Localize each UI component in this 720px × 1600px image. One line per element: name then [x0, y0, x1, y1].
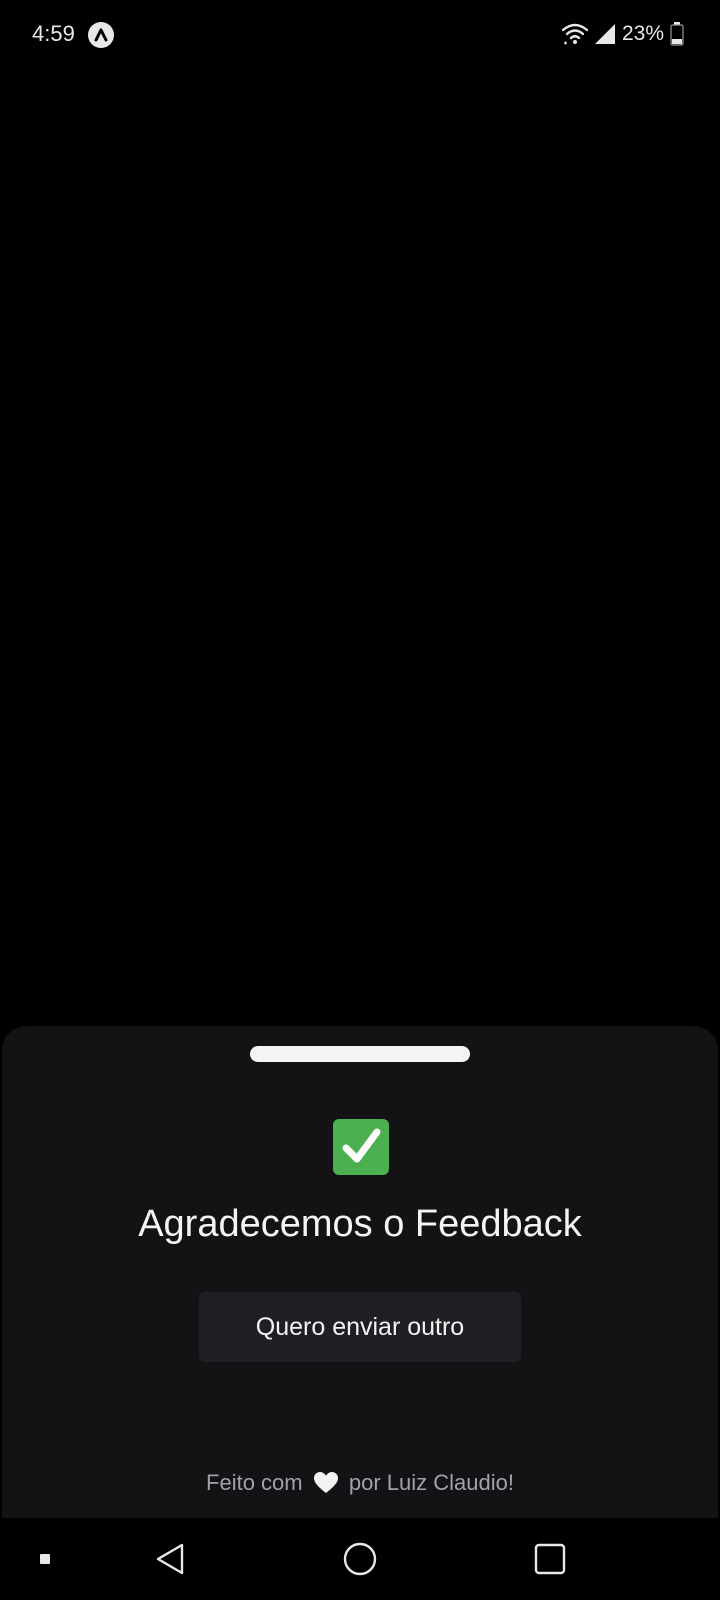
back-icon[interactable] [140, 1518, 200, 1600]
feedback-title: Agradecemos o Feedback [138, 1203, 582, 1245]
send-another-button[interactable]: Quero enviar outro [199, 1292, 521, 1362]
home-icon[interactable] [330, 1518, 390, 1600]
expo-icon [88, 22, 114, 48]
footer-prefix: Feito com [206, 1470, 303, 1495]
status-time: 4:59 [32, 21, 75, 46]
heart-icon [313, 1471, 339, 1503]
wifi-icon [561, 23, 588, 45]
battery-percent: 23% [621, 22, 664, 45]
navigation-bar [0, 1518, 720, 1600]
recents-icon[interactable] [520, 1518, 580, 1600]
footer-credit: Feito com por Luiz Claudio! [2, 1468, 718, 1503]
sheet-drag-handle[interactable] [250, 1046, 470, 1062]
menu-dot-icon[interactable] [30, 1518, 60, 1600]
cell-signal-icon [594, 23, 616, 45]
battery-icon [670, 22, 684, 46]
status-indicators: 23% [561, 20, 684, 48]
status-bar: 4:59 23% [0, 0, 720, 68]
feedback-sheet: Agradecemos o Feedback Quero enviar outr… [2, 1026, 718, 1518]
footer-suffix: por Luiz Claudio! [348, 1470, 514, 1495]
check-mark-icon [332, 1118, 390, 1176]
app-screen: 4:59 23% Agradecemos o Feedback Quero en… [0, 0, 720, 1600]
